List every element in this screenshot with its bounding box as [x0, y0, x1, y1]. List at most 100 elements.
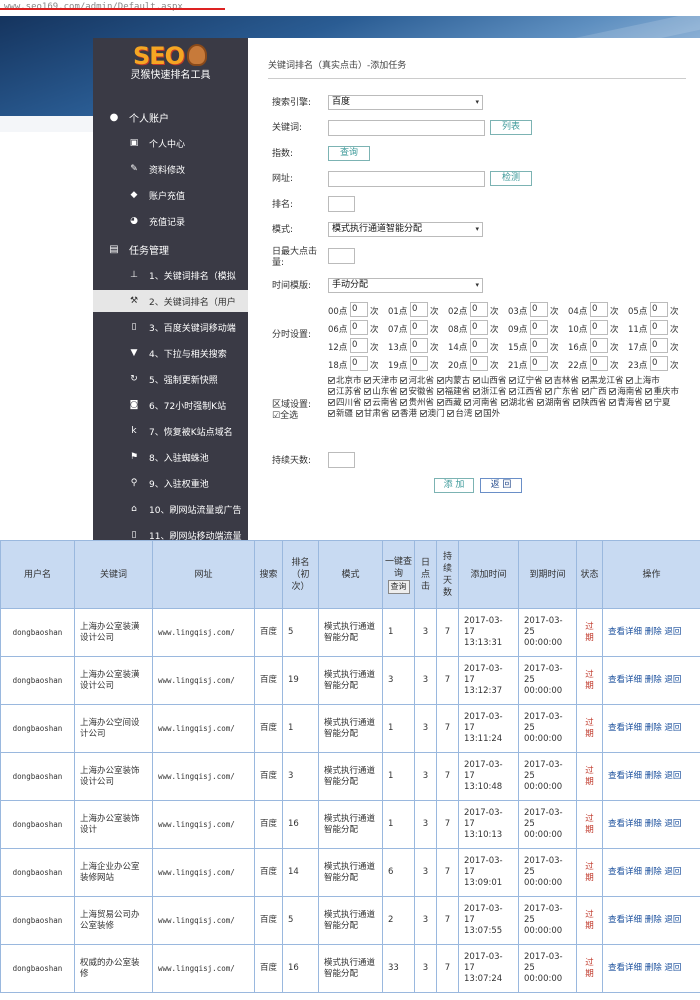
hour-input[interactable]: 0 — [650, 320, 668, 335]
hour-input[interactable]: 0 — [590, 338, 608, 353]
cell-ops[interactable]: 查看详细 删除 退回 — [602, 656, 700, 705]
hour-field-19[interactable]: 19点 0 次 — [388, 356, 448, 372]
mode-select[interactable]: 模式执行通道智能分配 ▾ — [328, 222, 483, 237]
hour-field-1[interactable]: 01点 0 次 — [388, 302, 448, 318]
sidebar-item-task_items-4[interactable]: ▼ 4、下拉与相关搜索 — [93, 342, 248, 364]
url-check-button[interactable]: 检测 — [490, 171, 532, 186]
row-actions-link[interactable]: 查看详细 删除 退回 — [608, 627, 681, 637]
hour-field-22[interactable]: 22点 0 次 — [568, 356, 628, 372]
add-button[interactable]: 添 加 — [434, 478, 474, 493]
days-input[interactable] — [328, 452, 355, 468]
region-checkbox[interactable]: 甘肃省 — [355, 409, 389, 419]
region-checkbox[interactable]: 天津市 — [364, 376, 398, 386]
cell-ops[interactable]: 查看详细 删除 退回 — [602, 896, 700, 945]
hour-input[interactable]: 0 — [590, 302, 608, 317]
hour-field-13[interactable]: 13点 0 次 — [388, 338, 448, 354]
keyword-list-button[interactable]: 列表 — [490, 120, 532, 135]
index-query-button[interactable]: 查询 — [328, 146, 370, 161]
region-checkbox[interactable]: 江西省 — [509, 387, 543, 397]
sidebar-item-account_items-3[interactable]: ◆ 账户充值 — [93, 184, 248, 206]
hour-input[interactable]: 0 — [350, 320, 368, 335]
hour-input[interactable]: 0 — [350, 356, 368, 371]
hour-input[interactable]: 0 — [410, 320, 428, 335]
row-actions-link[interactable]: 查看详细 删除 退回 — [608, 675, 681, 685]
rank-input[interactable] — [328, 196, 355, 212]
hour-input[interactable]: 0 — [350, 302, 368, 317]
region-checkbox[interactable]: 青海省 — [609, 398, 643, 408]
region-checkbox[interactable]: 福建省 — [436, 387, 470, 397]
back-button[interactable]: 返 回 — [480, 478, 522, 493]
sidebar-item-task_items-11[interactable]: ▯ 11、刷网站移动端流量 — [93, 524, 248, 540]
hour-input[interactable]: 0 — [650, 302, 668, 317]
hour-input[interactable]: 0 — [410, 356, 428, 371]
hour-input[interactable]: 0 — [410, 302, 428, 317]
hour-field-23[interactable]: 23点 0 次 — [628, 356, 688, 372]
sidebar-item-task_items-10[interactable]: ⌂ 10、刷网站流量或广告 — [93, 498, 248, 520]
hour-input[interactable]: 0 — [590, 356, 608, 371]
hour-input[interactable]: 0 — [530, 356, 548, 371]
region-select-all[interactable]: ☑全选 — [272, 411, 298, 422]
sidebar-item-task_items-8[interactable]: ⚑ 8、入驻蜘蛛池 — [93, 446, 248, 468]
keyword-input[interactable] — [328, 120, 485, 136]
region-checkbox[interactable]: 北京市 — [328, 376, 362, 386]
sidebar-item-account_items-4[interactable]: ◕ 充值记录 — [93, 210, 248, 232]
query-all-button[interactable]: 查询 — [387, 579, 410, 594]
hour-field-2[interactable]: 02点 0 次 — [448, 302, 508, 318]
sidebar-item-task_items-3[interactable]: ▯ 3、百度关键词移动端 — [93, 316, 248, 338]
row-actions-link[interactable]: 查看详细 删除 退回 — [608, 819, 681, 829]
region-checkbox[interactable]: 浙江省 — [472, 387, 506, 397]
hour-field-15[interactable]: 15点 0 次 — [508, 338, 568, 354]
region-checkbox[interactable]: 河南省 — [464, 398, 498, 408]
hour-field-10[interactable]: 10点 0 次 — [568, 320, 628, 336]
region-checkbox[interactable]: 安徽省 — [400, 387, 434, 397]
sidebar-item-task_items-9[interactable]: ⚲ 9、入驻权重池 — [93, 472, 248, 494]
row-actions-link[interactable]: 查看详细 删除 退回 — [608, 723, 681, 733]
hour-input[interactable]: 0 — [470, 356, 488, 371]
region-checkbox[interactable]: 陕西省 — [573, 398, 607, 408]
region-checkbox[interactable]: 山西省 — [472, 376, 506, 386]
sidebar-item-account_items-2[interactable]: ✎ 资料修改 — [93, 158, 248, 180]
row-actions-link[interactable]: 查看详细 删除 退回 — [608, 771, 681, 781]
region-checkbox[interactable]: 上海市 — [626, 376, 660, 386]
region-checkbox[interactable]: 山东省 — [364, 387, 398, 397]
hour-input[interactable]: 0 — [530, 320, 548, 335]
region-checkbox[interactable]: 广西 — [581, 387, 607, 397]
cell-ops[interactable]: 查看详细 删除 退回 — [602, 752, 700, 801]
hour-field-0[interactable]: 00点 0 次 — [328, 302, 388, 318]
hour-field-7[interactable]: 07点 0 次 — [388, 320, 448, 336]
sidebar-item-task_items-6[interactable]: ◙ 6、72小时强制K站 — [93, 394, 248, 416]
cell-ops[interactable]: 查看详细 删除 退回 — [602, 944, 700, 993]
hour-field-4[interactable]: 04点 0 次 — [568, 302, 628, 318]
hour-input[interactable]: 0 — [410, 338, 428, 353]
hour-field-16[interactable]: 16点 0 次 — [568, 338, 628, 354]
hour-field-14[interactable]: 14点 0 次 — [448, 338, 508, 354]
row-actions-link[interactable]: 查看详细 删除 退回 — [608, 963, 681, 973]
sidebar-section-account[interactable]: ● 个人账户 — [107, 108, 169, 126]
region-checkbox[interactable]: 广东省 — [545, 387, 579, 397]
hour-field-3[interactable]: 03点 0 次 — [508, 302, 568, 318]
region-checkbox[interactable]: 香港 — [391, 409, 417, 419]
hour-field-5[interactable]: 05点 0 次 — [628, 302, 688, 318]
hour-field-6[interactable]: 06点 0 次 — [328, 320, 388, 336]
region-checkbox[interactable]: 辽宁省 — [509, 376, 543, 386]
region-checkbox[interactable]: 黑龙江省 — [581, 376, 624, 386]
hour-field-12[interactable]: 12点 0 次 — [328, 338, 388, 354]
region-checkbox[interactable]: 国外 — [475, 409, 500, 419]
region-checkbox[interactable]: 内蒙古 — [436, 376, 470, 386]
hour-field-9[interactable]: 09点 0 次 — [508, 320, 568, 336]
hour-field-17[interactable]: 17点 0 次 — [628, 338, 688, 354]
hour-field-11[interactable]: 11点 0 次 — [628, 320, 688, 336]
region-checkbox[interactable]: 湖北省 — [500, 398, 534, 408]
hour-input[interactable]: 0 — [530, 338, 548, 353]
url-input[interactable] — [328, 171, 485, 187]
sidebar-item-task_items-5[interactable]: ↻ 5、强制更新快照 — [93, 368, 248, 390]
time-mode-select[interactable]: 手动分配 ▾ — [328, 278, 483, 293]
region-checkbox[interactable]: 新疆 — [328, 409, 353, 419]
cell-ops[interactable]: 查看详细 删除 退回 — [602, 608, 700, 657]
hour-input[interactable]: 0 — [350, 338, 368, 353]
region-checkbox[interactable]: 宁夏 — [645, 398, 670, 408]
region-checkbox[interactable]: 河北省 — [400, 376, 434, 386]
region-checkbox[interactable]: 云南省 — [364, 398, 398, 408]
region-checkbox[interactable]: 澳门 — [419, 409, 445, 419]
hour-field-20[interactable]: 20点 0 次 — [448, 356, 508, 372]
